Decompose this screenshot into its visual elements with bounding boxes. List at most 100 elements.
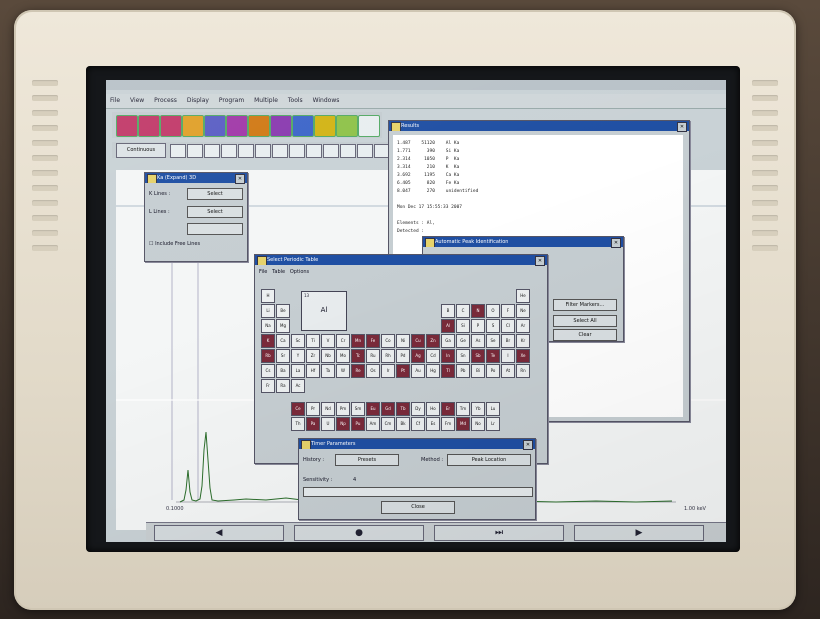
element-cell-hf[interactable]: Hf — [306, 364, 320, 378]
toolbar-small-button-5[interactable] — [238, 144, 254, 158]
periodic-menu-table[interactable]: Table — [272, 269, 285, 275]
element-cell-th[interactable]: Th — [291, 417, 305, 431]
element-cell-dy[interactable]: Dy — [411, 402, 425, 416]
element-cell-fe[interactable]: Fe — [366, 334, 380, 348]
toolbar-button-12[interactable] — [358, 115, 380, 137]
toolbar-small-button-4[interactable] — [221, 144, 237, 158]
element-cell-pb[interactable]: Pb — [456, 364, 470, 378]
toolbar-button-9[interactable] — [292, 115, 314, 137]
element-cell-sr[interactable]: Sr — [276, 349, 290, 363]
element-cell-cs[interactable]: Cs — [261, 364, 275, 378]
element-cell-np[interactable]: Np — [336, 417, 350, 431]
element-cell-te[interactable]: Te — [486, 349, 500, 363]
element-cell-zr[interactable]: Zr — [306, 349, 320, 363]
ka-expand-dialog[interactable]: Ka (Expand) 3D ✕ K Lines : Select L Line… — [144, 172, 248, 262]
element-cell-s[interactable]: S — [486, 319, 500, 333]
toolbar-small-button-10[interactable] — [323, 144, 339, 158]
element-cell-hg[interactable]: Hg — [426, 364, 440, 378]
element-cell-ca[interactable]: Ca — [276, 334, 290, 348]
element-cell-sc[interactable]: Sc — [291, 334, 305, 348]
element-cell-ru[interactable]: Ru — [366, 349, 380, 363]
next-button[interactable]: ▶ — [574, 525, 704, 541]
element-cell-bk[interactable]: Bk — [396, 417, 410, 431]
element-cell-w[interactable]: W — [336, 364, 350, 378]
element-cell-li[interactable]: Li — [261, 304, 275, 318]
element-cell-b[interactable]: B — [441, 304, 455, 318]
element-cell-md[interactable]: Md — [456, 417, 470, 431]
periodic-menu-file[interactable]: File — [259, 269, 267, 275]
element-cell-cd[interactable]: Cd — [426, 349, 440, 363]
element-cell-i[interactable]: I — [501, 349, 515, 363]
element-cell-pt[interactable]: Pt — [396, 364, 410, 378]
element-cell-ho[interactable]: Ho — [426, 402, 440, 416]
element-cell-in[interactable]: In — [441, 349, 455, 363]
element-cell-no[interactable]: No — [471, 417, 485, 431]
element-cell-ge[interactable]: Ge — [456, 334, 470, 348]
element-cell-zn[interactable]: Zn — [426, 334, 440, 348]
element-cell-n[interactable]: N — [471, 304, 485, 318]
element-cell-eu[interactable]: Eu — [366, 402, 380, 416]
element-cell-pm[interactable]: Pm — [336, 402, 350, 416]
toolbar-button-4[interactable] — [182, 115, 204, 137]
element-cell-es[interactable]: Es — [426, 417, 440, 431]
element-cell-lr[interactable]: Lr — [486, 417, 500, 431]
element-cell-pa[interactable]: Pa — [306, 417, 320, 431]
element-cell-tm[interactable]: Tm — [456, 402, 470, 416]
toolbar-button-5[interactable] — [204, 115, 226, 137]
element-cell-ir[interactable]: Ir — [381, 364, 395, 378]
close-button[interactable]: Close — [381, 501, 455, 514]
l-lines-select[interactable]: Select — [187, 206, 243, 218]
previous-button[interactable]: ◀ — [154, 525, 284, 541]
clear-button[interactable]: Clear — [553, 329, 617, 341]
element-cell-tb[interactable]: Tb — [396, 402, 410, 416]
element-cell-at[interactable]: At — [501, 364, 515, 378]
element-cell-cf[interactable]: Cf — [411, 417, 425, 431]
close-icon[interactable]: ✕ — [523, 440, 533, 450]
menu-tools[interactable]: Tools — [288, 97, 303, 104]
toolbar-small-button-9[interactable] — [306, 144, 322, 158]
element-cell-cm[interactable]: Cm — [381, 417, 395, 431]
element-cell-kr[interactable]: Kr — [516, 334, 530, 348]
element-cell-u[interactable]: U — [321, 417, 335, 431]
element-cell-am[interactable]: Am — [366, 417, 380, 431]
element-cell-y[interactable]: Y — [291, 349, 305, 363]
menu-file[interactable]: File — [110, 97, 120, 104]
element-cell-br[interactable]: Br — [501, 334, 515, 348]
element-cell-ag[interactable]: Ag — [411, 349, 425, 363]
timer-parameters-dialog[interactable]: Timer Parameters ✕ History : Presets Met… — [298, 438, 536, 520]
element-cell-os[interactable]: Os — [366, 364, 380, 378]
close-icon[interactable]: ✕ — [235, 174, 245, 184]
toolbar-button-8[interactable] — [270, 115, 292, 137]
element-cell-yb[interactable]: Yb — [471, 402, 485, 416]
element-cell-re[interactable]: Re — [351, 364, 365, 378]
element-cell-f[interactable]: F — [501, 304, 515, 318]
element-cell-na[interactable]: Na — [261, 319, 275, 333]
skip-end-button[interactable]: ⏭ — [434, 525, 564, 541]
element-cell-pu[interactable]: Pu — [351, 417, 365, 431]
element-cell-o[interactable]: O — [486, 304, 500, 318]
toolbar-button-11[interactable] — [336, 115, 358, 137]
element-cell-fr[interactable]: Fr — [261, 379, 275, 393]
element-cell-nb[interactable]: Nb — [321, 349, 335, 363]
element-cell-tl[interactable]: Tl — [441, 364, 455, 378]
element-cell-fm[interactable]: Fm — [441, 417, 455, 431]
element-cell-ne[interactable]: Ne — [516, 304, 530, 318]
element-cell-mg[interactable]: Mg — [276, 319, 290, 333]
element-cell-sn[interactable]: Sn — [456, 349, 470, 363]
element-cell-cu[interactable]: Cu — [411, 334, 425, 348]
menu-program[interactable]: Program — [219, 97, 244, 104]
toolbar-button-2[interactable] — [138, 115, 160, 137]
element-cell-cr[interactable]: Cr — [336, 334, 350, 348]
element-cell-er[interactable]: Er — [441, 402, 455, 416]
toolbar-small-button-11[interactable] — [340, 144, 356, 158]
element-cell-tc[interactable]: Tc — [351, 349, 365, 363]
close-icon[interactable]: ✕ — [611, 238, 621, 248]
element-cell-ni[interactable]: Ni — [396, 334, 410, 348]
element-cell-ga[interactable]: Ga — [441, 334, 455, 348]
menu-process[interactable]: Process — [154, 97, 177, 104]
element-cell-nd[interactable]: Nd — [321, 402, 335, 416]
element-cell-ar[interactable]: Ar — [516, 319, 530, 333]
element-cell-mn[interactable]: Mn — [351, 334, 365, 348]
element-cell-ac[interactable]: Ac — [291, 379, 305, 393]
element-cell-v[interactable]: V — [321, 334, 335, 348]
